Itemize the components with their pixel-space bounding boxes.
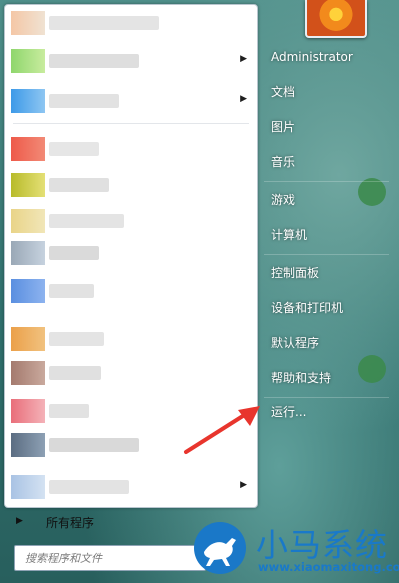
horse-logo-icon [194, 522, 246, 574]
program-label [49, 480, 129, 494]
program-label [49, 142, 99, 156]
program-icon [11, 475, 45, 499]
program-label [49, 284, 94, 298]
all-programs-arrow-icon: ▶ [16, 516, 23, 526]
program-icon [11, 11, 45, 35]
program-item[interactable] [5, 323, 257, 355]
program-label [49, 332, 104, 346]
program-icon [11, 89, 45, 113]
program-icon [11, 241, 45, 265]
program-icon [11, 327, 45, 351]
search-input[interactable] [23, 547, 207, 569]
menu-item-documents[interactable]: 文档 [264, 79, 391, 105]
search-box[interactable] [14, 545, 207, 571]
submenu-arrow-icon: ▶ [240, 480, 247, 490]
program-icon [11, 433, 45, 457]
program-icon [11, 209, 45, 233]
separator [264, 397, 389, 398]
menu-item-help-support[interactable]: 帮助和支持 [264, 365, 391, 391]
watermark-url: www.xiaomaxitong.com [258, 560, 399, 574]
menu-item-games[interactable]: 游戏 [264, 187, 391, 213]
program-item[interactable]: ▶ [5, 85, 257, 117]
program-item[interactable] [5, 133, 257, 165]
submenu-arrow-icon: ▶ [240, 54, 247, 64]
program-item[interactable] [5, 275, 257, 307]
program-item[interactable] [5, 205, 257, 237]
menu-item-pictures[interactable]: 图片 [264, 114, 391, 140]
program-icon [11, 361, 45, 385]
program-label [49, 16, 159, 30]
program-icon [11, 49, 45, 73]
program-label [49, 438, 139, 452]
program-item[interactable] [5, 7, 257, 39]
annotation-arrow [184, 406, 260, 454]
program-label [49, 94, 119, 108]
menu-item-computer[interactable]: 计算机 [264, 222, 391, 248]
program-label [49, 54, 139, 68]
program-item[interactable]: ▶ [5, 45, 257, 77]
program-item[interactable] [5, 237, 257, 269]
user-picture[interactable] [305, 0, 367, 38]
program-label [49, 404, 89, 418]
all-programs-label: 所有程序 [46, 516, 95, 530]
program-item[interactable] [5, 357, 257, 389]
menu-item-run[interactable]: 运行... [264, 399, 391, 425]
watermark: 小马系统 www.xiaomaxitong.com [192, 518, 399, 583]
program-icon [11, 279, 45, 303]
program-icon [11, 173, 45, 197]
program-label [49, 246, 99, 260]
program-label [49, 366, 101, 380]
menu-item-music[interactable]: 音乐 [264, 149, 391, 175]
menu-item-control-panel[interactable]: 控制面板 [264, 260, 391, 286]
submenu-arrow-icon: ▶ [240, 94, 247, 104]
separator [13, 123, 249, 124]
program-label [49, 178, 109, 192]
program-label [49, 214, 124, 228]
program-item[interactable]: ▶ [5, 471, 257, 503]
program-icon [11, 399, 45, 423]
menu-item-devices-printers[interactable]: 设备和打印机 [264, 295, 391, 321]
program-item[interactable] [5, 169, 257, 201]
separator [264, 181, 389, 182]
menu-item-administrator[interactable]: Administrator [264, 44, 391, 70]
program-icon [11, 137, 45, 161]
separator [264, 254, 389, 255]
menu-item-default-programs[interactable]: 默认程序 [264, 330, 391, 356]
